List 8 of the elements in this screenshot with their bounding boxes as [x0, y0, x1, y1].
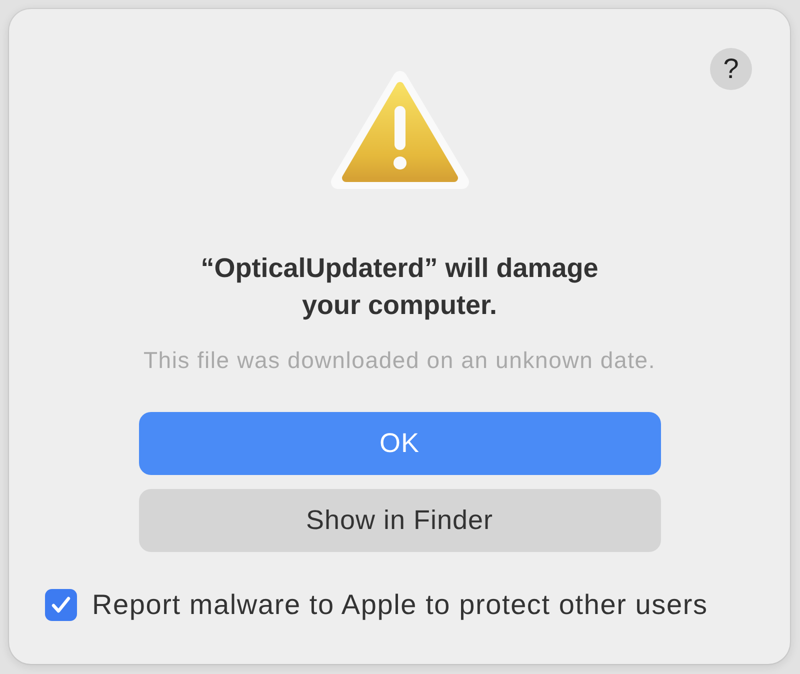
- check-icon: [51, 596, 71, 614]
- warning-icon: [330, 70, 470, 192]
- help-button[interactable]: ?: [710, 48, 752, 90]
- checkbox[interactable]: [45, 589, 77, 621]
- dialog-title: “OpticalUpdaterd” will damage your computer.: [200, 252, 600, 322]
- dialog-message: This file was downloaded on an unknown date.: [143, 346, 656, 374]
- checkbox-label[interactable]: Report malware to Apple to protect other users: [92, 589, 708, 621]
- show-in-finder-button[interactable]: Show in Finder: [138, 489, 660, 552]
